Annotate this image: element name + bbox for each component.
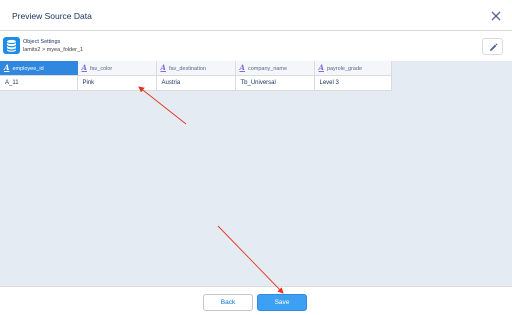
table-cell: Level 3: [314, 75, 392, 91]
column-header-employee-id[interactable]: Aemployee_id: [0, 61, 78, 76]
table-cell: Pink: [77, 75, 157, 91]
close-button[interactable]: [490, 9, 502, 21]
object-settings-bar: Object Settings lamits2 > myea_folder_1: [0, 32, 512, 61]
column-label: payrole_grade: [326, 66, 363, 73]
table-header-row: Aemployee_id Afav_color Afav_destination…: [0, 61, 392, 76]
column-header-fav-color[interactable]: Afav_color: [77, 61, 157, 76]
back-button[interactable]: Back: [203, 294, 253, 311]
pencil-icon: [490, 43, 498, 51]
text-type-icon: A: [4, 63, 10, 73]
column-header-payrole-grade[interactable]: Apayrole_grade: [314, 61, 392, 76]
column-header-company-name[interactable]: Acompany_name: [235, 61, 315, 76]
modal-title: Preview Source Data: [12, 11, 92, 21]
preview-table: Aemployee_id Afav_color Afav_destination…: [0, 61, 392, 91]
close-icon: [491, 11, 501, 21]
column-label: company_name: [247, 66, 288, 73]
table-row: A_11 Pink Austria Tb_Universal Level 3: [0, 75, 392, 91]
object-settings-title: Object Settings: [23, 39, 61, 45]
text-type-icon: A: [318, 63, 324, 73]
modal-footer: Back Save: [0, 286, 512, 315]
text-type-icon: A: [160, 63, 166, 73]
text-type-icon: A: [81, 63, 87, 73]
edit-button[interactable]: [482, 38, 503, 55]
preview-area: Aemployee_id Afav_color Afav_destination…: [0, 61, 512, 286]
column-label: fav_destination: [168, 66, 206, 73]
table-cell: Tb_Universal: [235, 75, 315, 91]
table-cell: Austria: [156, 75, 236, 91]
column-label: fav_color: [89, 66, 113, 73]
column-header-fav-destination[interactable]: Afav_destination: [156, 61, 236, 76]
breadcrumb: lamits2 > myea_folder_1: [23, 46, 84, 53]
save-button[interactable]: Save: [257, 294, 307, 311]
column-label: employee_id: [12, 66, 44, 73]
table-cell: A_11: [0, 75, 78, 91]
database-icon: [3, 37, 20, 54]
modal-header: Preview Source Data: [0, 0, 512, 31]
text-type-icon: A: [239, 63, 245, 73]
